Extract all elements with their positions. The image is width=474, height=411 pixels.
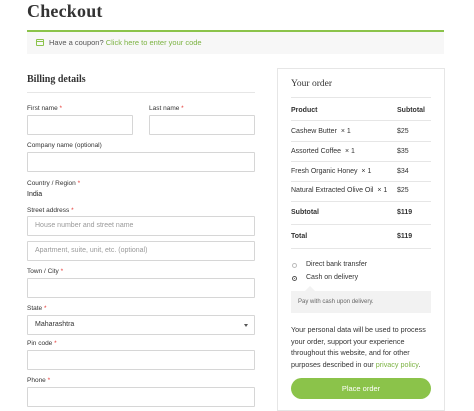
order-item-name: Assorted Coffee × 1 [291, 148, 355, 155]
page-title: Checkout [27, 1, 103, 21]
state-select[interactable]: Maharashtra [27, 315, 255, 335]
chevron-down-icon [244, 324, 248, 327]
coupon-icon [36, 39, 44, 46]
billing-title: Billing details [27, 74, 86, 85]
street-label: Street address * [27, 207, 74, 214]
divider [291, 97, 431, 98]
pin-code-label: Pin code * [27, 340, 57, 347]
state-label: State * [27, 305, 47, 312]
state-value: Maharashtra [35, 321, 75, 328]
order-item-price: $34 [397, 168, 409, 175]
city-input[interactable] [27, 278, 255, 298]
total-label: Total [291, 233, 308, 240]
order-title: Your order [291, 79, 332, 89]
phone-input[interactable] [27, 387, 255, 407]
bank-transfer-radio[interactable] [292, 263, 297, 268]
divider [291, 161, 431, 162]
divider [291, 181, 431, 182]
company-label: Company name (optional) [27, 142, 102, 149]
city-label: Town / City * [27, 268, 64, 275]
cash-on-delivery-radio[interactable] [292, 276, 297, 281]
last-name-label: Last name * [149, 105, 184, 112]
first-name-label: First name * [27, 105, 63, 112]
divider [291, 201, 431, 202]
order-item-price: $25 [397, 128, 409, 135]
subtotal-label: Subtotal [291, 209, 319, 216]
coupon-notice: Have a coupon? Click here to enter your … [27, 30, 444, 54]
apartment-input[interactable]: Apartment, suite, unit, etc. (optional) [27, 241, 255, 261]
country-label: Country / Region * [27, 180, 81, 187]
street-address-input[interactable]: House number and street name [27, 216, 255, 236]
order-item-name: Natural Extracted Olive Oil × 1 [291, 187, 388, 194]
coupon-text: Have a coupon? [49, 38, 104, 47]
company-input[interactable] [27, 152, 255, 172]
last-name-input[interactable] [149, 115, 255, 135]
subtotal-header: Subtotal [397, 107, 425, 114]
total-value: $119 [397, 233, 413, 240]
subtotal-value: $119 [397, 209, 413, 216]
order-item-name: Cashew Butter × 1 [291, 128, 351, 135]
divider [291, 120, 431, 121]
first-name-input[interactable] [27, 115, 133, 135]
divider [291, 248, 431, 249]
coupon-link[interactable]: Click here to enter your code [106, 38, 202, 47]
order-item-name: Fresh Organic Honey × 1 [291, 168, 372, 175]
product-header: Product [291, 107, 318, 114]
phone-label: Phone * [27, 377, 51, 384]
cash-on-delivery-label[interactable]: Cash on delivery [306, 274, 358, 281]
order-item-price: $25 [397, 187, 409, 194]
bank-transfer-label[interactable]: Direct bank transfer [306, 261, 367, 268]
order-item-price: $35 [397, 148, 409, 155]
country-value: India [27, 191, 43, 198]
divider [291, 224, 431, 225]
divider [27, 92, 255, 93]
payment-description: Pay with cash upon delivery. [291, 286, 431, 313]
privacy-policy-link[interactable]: privacy policy [376, 360, 419, 369]
privacy-text: Your personal data will be used to proce… [291, 325, 426, 369]
place-order-button[interactable]: Place order [291, 378, 431, 399]
divider [291, 141, 431, 142]
pin-code-input[interactable] [27, 350, 255, 370]
